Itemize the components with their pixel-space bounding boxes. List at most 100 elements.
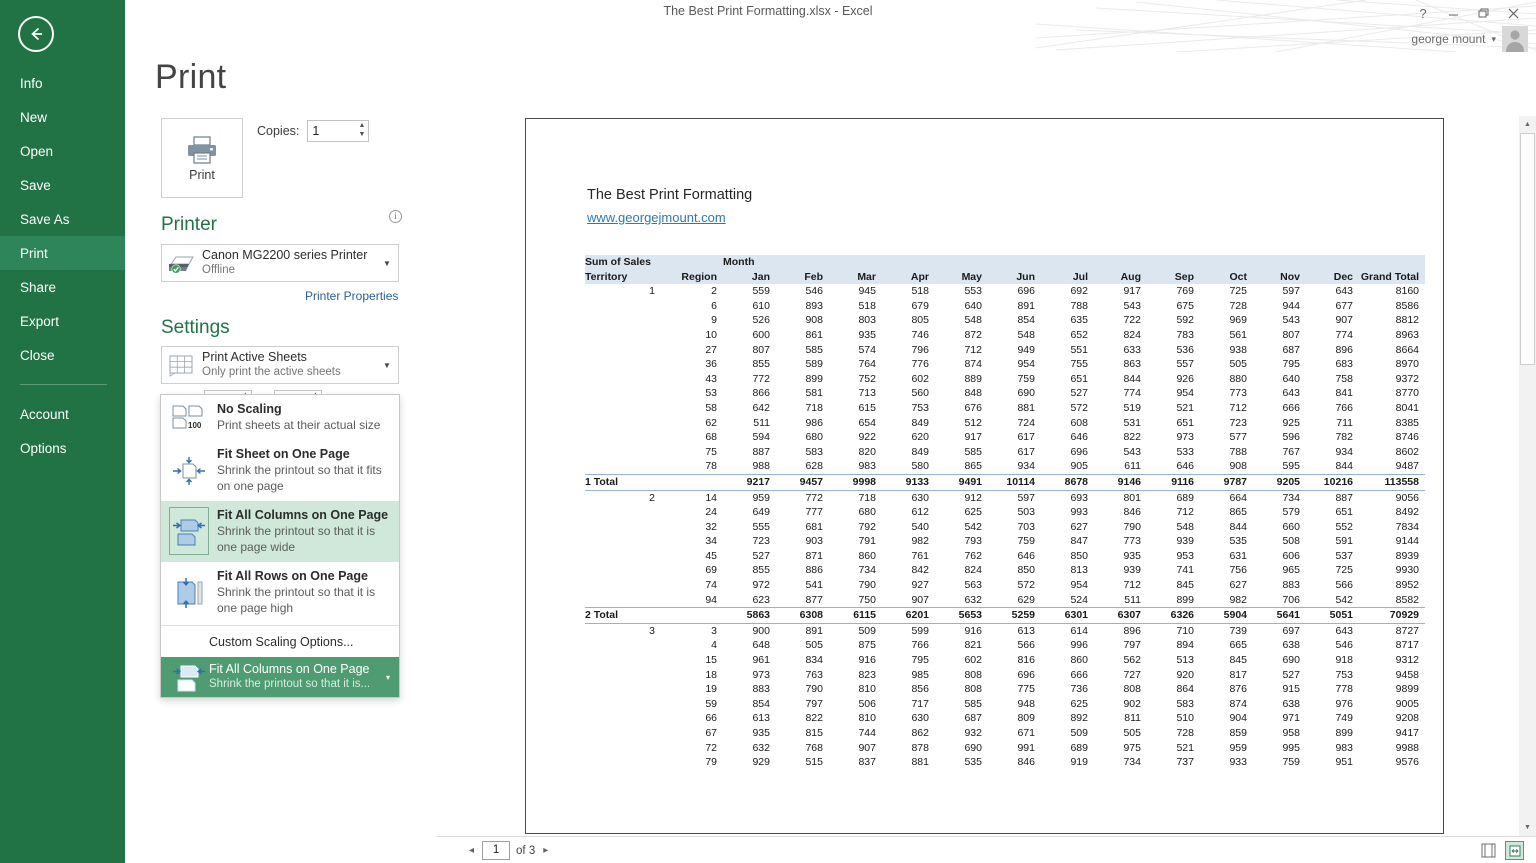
value-cell: 753 [882, 401, 935, 416]
value-cell: 602 [882, 372, 935, 387]
table-row: 3685558976477687495475586355750579568389… [585, 357, 1425, 372]
region-cell: 6 [661, 299, 723, 314]
dropdown-option-no-scaling[interactable]: 100 No Scaling Print sheets at their act… [161, 395, 399, 440]
value-cell: 540 [882, 520, 935, 535]
sidebar-item-save[interactable]: Save [0, 168, 125, 202]
region-cell: 19 [661, 682, 723, 697]
value-cell: 680 [829, 505, 882, 520]
print-preview-page[interactable]: The Best Print Formatting www.georgejmou… [525, 118, 1444, 834]
table-row: 6985588673484282485081393974175696572599… [585, 563, 1425, 578]
value-cell: 690 [935, 741, 988, 756]
next-page-icon[interactable]: ▸ [541, 845, 550, 856]
value-cell: 551 [1041, 343, 1094, 358]
value-cell: 824 [1094, 328, 1147, 343]
value-cell: 872 [935, 328, 988, 343]
value-cell: 985 [882, 668, 935, 683]
value-cell: 908 [776, 313, 829, 328]
help-icon[interactable]: ? [1408, 2, 1438, 24]
sidebar-item-share[interactable]: Share [0, 270, 125, 304]
account-area[interactable]: george mount ▾ [1411, 26, 1528, 52]
sidebar-item-info[interactable]: Info [0, 66, 125, 100]
close-icon[interactable] [1498, 2, 1528, 24]
territory-cell [585, 534, 661, 549]
chevron-down-icon[interactable]: ▼ [376, 259, 398, 268]
sidebar-item-close[interactable]: Close [0, 338, 125, 372]
table-row: 2780758557479671294955163353693868789686… [585, 343, 1425, 358]
subtotal-cell: 5051 [1306, 608, 1359, 624]
value-cell: 683 [1306, 357, 1359, 372]
dropdown-option-fit-rows[interactable]: Fit All Rows on One Page Shrink the prin… [161, 562, 399, 623]
zoom-to-page-icon[interactable] [1505, 841, 1524, 860]
chevron-down-icon[interactable]: ▼ [376, 361, 398, 370]
subtotal-cell: 6201 [882, 608, 935, 624]
value-cell: 837 [829, 755, 882, 770]
custom-scaling-options-item[interactable]: Custom Scaling Options... [161, 628, 399, 657]
value-cell: 615 [829, 401, 882, 416]
sidebar-item-options[interactable]: Options [0, 431, 125, 465]
table-row: 1060086193574687254865282478356180777489… [585, 328, 1425, 343]
pivot-table-head: Sum of Sales Month TerritoryRegionJanFeb… [585, 255, 1425, 284]
sidebar-item-new[interactable]: New [0, 100, 125, 134]
sidebar-items: Info New Open Save Save As Print Share E… [0, 66, 125, 465]
territory-cell [585, 726, 661, 741]
spinner-down-icon[interactable]: ▼ [358, 131, 365, 139]
value-cell: 681 [776, 520, 829, 535]
value-cell: 846 [988, 755, 1041, 770]
region-cell: 94 [661, 593, 723, 608]
value-cell: 722 [1094, 313, 1147, 328]
value-cell: 764 [829, 357, 882, 372]
scaling-dropdown-menu[interactable]: 100 No Scaling Print sheets at their act… [160, 394, 400, 698]
value-cell: 727 [1094, 668, 1147, 683]
chevron-down-icon[interactable]: ▾ [1491, 34, 1496, 45]
sidebar-item-account[interactable]: Account [0, 397, 125, 431]
scroll-up-icon[interactable]: ▲ [1519, 116, 1536, 133]
printer-select[interactable]: Canon MG2200 series Printer Offline ▼ [161, 244, 399, 282]
scroll-down-icon[interactable]: ▼ [1519, 819, 1536, 836]
table-row: 1596183491679560281686056251384569091893… [585, 653, 1425, 668]
value-cell: 810 [829, 711, 882, 726]
value-cell: 855 [723, 563, 776, 578]
sidebar-item-export[interactable]: Export [0, 304, 125, 338]
dropdown-option-fit-sheet[interactable]: Fit Sheet on One Page Shrink the printou… [161, 440, 399, 501]
restore-icon[interactable] [1468, 2, 1498, 24]
value-cell: 543 [1094, 445, 1147, 460]
row-total-cell: 8746 [1359, 430, 1425, 445]
preview-scrollbar[interactable]: ▲ ▼ [1519, 116, 1536, 836]
print-button[interactable]: Print [161, 118, 243, 198]
show-margins-icon[interactable] [1479, 841, 1498, 860]
sidebar-item-open[interactable]: Open [0, 134, 125, 168]
sidebar-item-save-as[interactable]: Save As [0, 202, 125, 236]
minimize-icon[interactable] [1438, 2, 1468, 24]
sheet-link[interactable]: www.georgejmount.com [587, 210, 726, 225]
printer-properties-link[interactable]: Printer Properties [305, 289, 398, 303]
scrollbar-thumb[interactable] [1520, 133, 1535, 365]
value-cell: 958 [1253, 726, 1306, 741]
previous-page-icon[interactable]: ◂ [467, 845, 476, 856]
value-cell: 680 [776, 430, 829, 445]
value-cell: 631 [1200, 549, 1253, 564]
copies-input[interactable] [308, 122, 352, 140]
spinner-up-icon[interactable]: ▲ [358, 122, 365, 130]
region-cell: 78 [661, 459, 723, 474]
copies-stepper[interactable]: ▲ ▼ [307, 120, 369, 142]
info-icon[interactable]: i [389, 210, 402, 223]
dropdown-option-fit-columns[interactable]: Fit All Columns on One Page Shrink the p… [161, 501, 399, 562]
subtotal-cell: 9787 [1200, 474, 1253, 490]
back-button[interactable] [18, 16, 54, 52]
subtotal-cell: 10216 [1306, 474, 1359, 490]
value-cell: 614 [1041, 623, 1094, 638]
page-number-input[interactable]: 1 [482, 841, 510, 860]
option-desc: Print sheets at their actual size [217, 417, 391, 433]
value-cell: 768 [776, 741, 829, 756]
sidebar-item-label: Save [20, 178, 51, 193]
sidebar-item-print[interactable]: Print [0, 236, 125, 270]
value-cell: 934 [1306, 445, 1359, 460]
chevron-down-icon[interactable]: ▾ [377, 673, 399, 682]
value-cell: 611 [1094, 459, 1147, 474]
value-cell: 865 [935, 459, 988, 474]
scaling-select-current[interactable]: Fit All Columns on One Page Shrink the p… [161, 657, 399, 697]
value-cell: 741 [1147, 563, 1200, 578]
value-cell: 854 [723, 697, 776, 712]
print-what-select[interactable]: Print Active Sheets Only print the activ… [161, 346, 399, 384]
copies-spinner-arrows[interactable]: ▲ ▼ [358, 122, 365, 139]
